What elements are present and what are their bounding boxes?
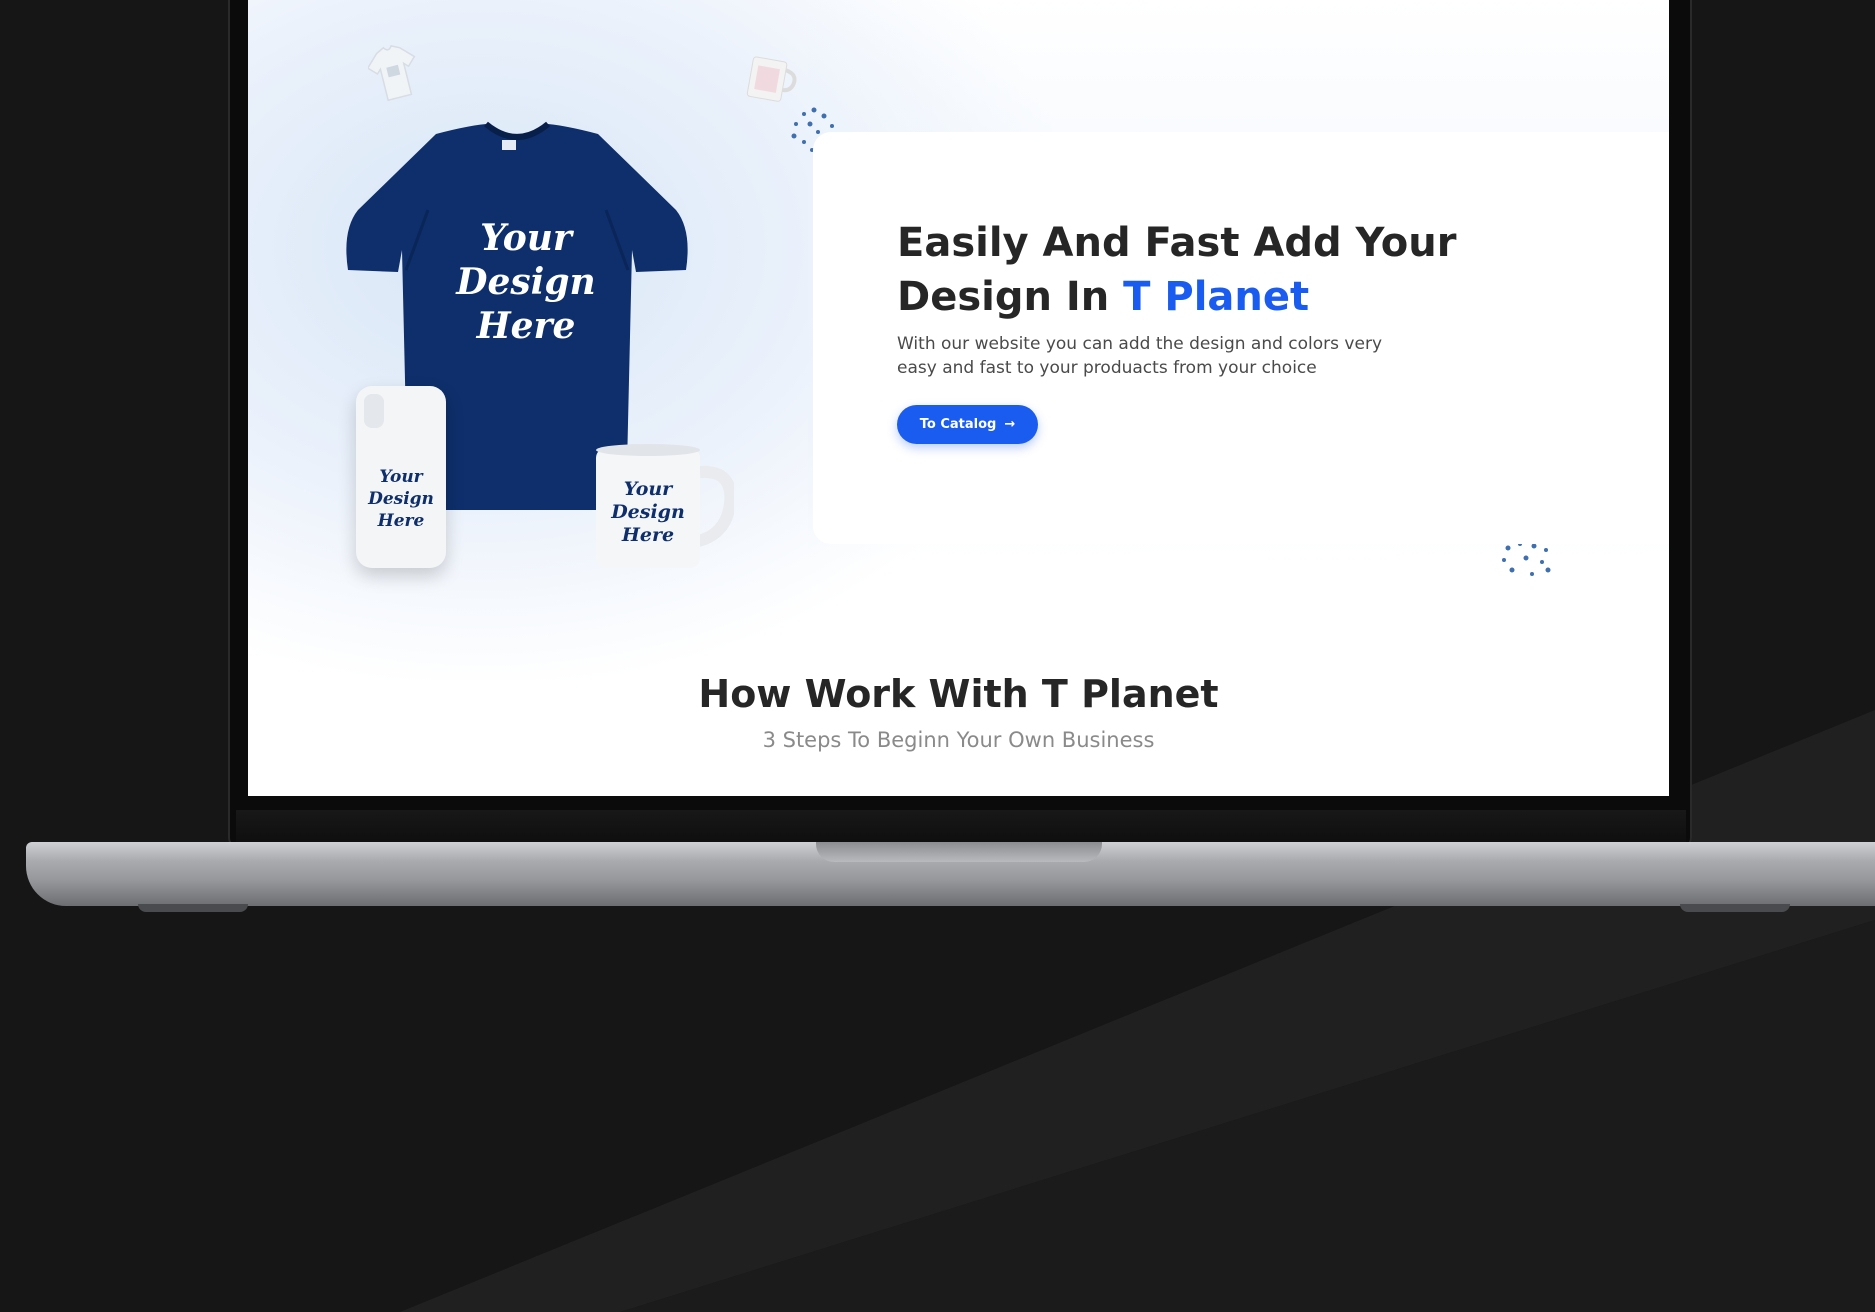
mug-mockup: Your Design Here [594,442,734,572]
mockup-text: Here [377,511,425,531]
floating-tshirt-icon [368,44,416,102]
laptop-foot [138,904,248,912]
confetti-dots-icon [1502,542,1551,576]
mockup-text: Here [621,524,675,546]
laptop-notch [816,842,1102,862]
mockup-text: Design [368,489,434,509]
to-catalog-button[interactable]: To Catalog → [897,405,1038,444]
camera-cutout [364,394,384,428]
mockup-text: Your [379,467,423,487]
floating-mug-icon [746,56,797,102]
laptop-foot [1680,904,1790,912]
mockup-text: Design [611,501,685,523]
hero-title-brand: T Planet [1123,274,1310,320]
mockup-text: Design [456,261,596,303]
hero-title: Easily And Fast Add Your Design In T Pla… [897,216,1517,324]
hero-description: With our website you can add the design … [897,334,1382,378]
to-catalog-label: To Catalog [919,417,997,432]
mockup-text: Your [480,217,572,259]
mockup-text: Here [476,305,576,347]
laptop-screen: Your Design Here Your Design Here Your D… [248,0,1669,796]
arrow-right-icon: → [1004,417,1016,432]
section-subtitle: 3 Steps To Beginn Your Own Business [762,728,1155,752]
section-title: How Work With T Planet [698,672,1219,716]
phone-case-mockup: Your Design Here [356,386,446,568]
laptop-hinge [236,810,1686,844]
mockup-text: Your [623,478,673,500]
